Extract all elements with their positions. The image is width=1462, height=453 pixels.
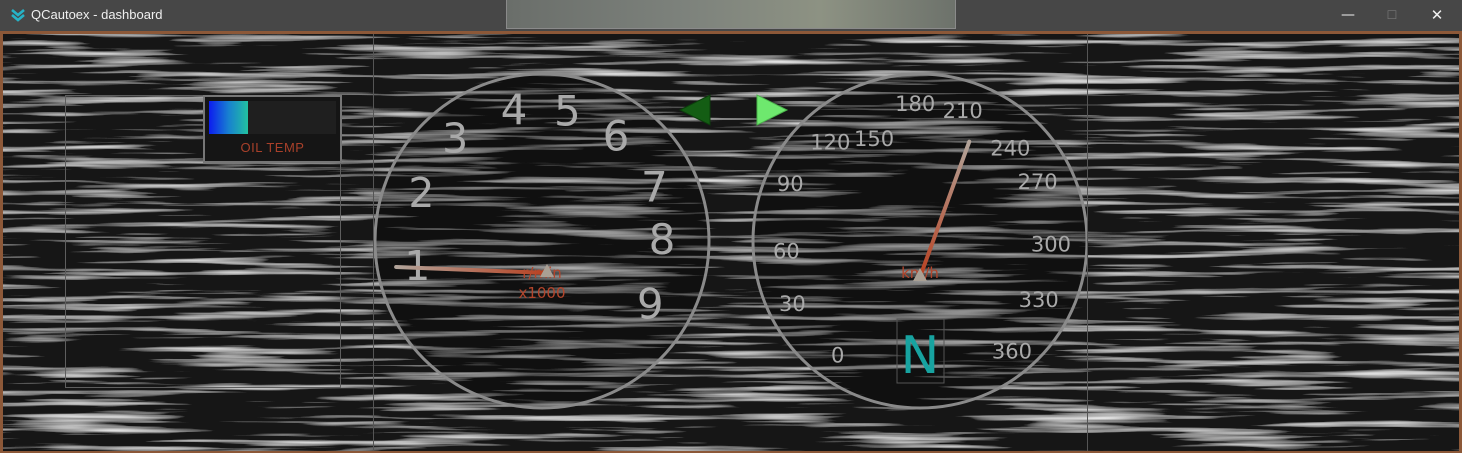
speedometer-label-60: 60	[773, 239, 800, 263]
speedometer: 0306090120150180210240270300330360 km/h …	[751, 72, 1087, 410]
speedometer-label-150: 150	[854, 127, 894, 151]
tachometer-label-8: 8	[649, 215, 676, 264]
minimize-button[interactable]: —	[1325, 0, 1371, 31]
title-bar: QCautoex - dashboard — ☐ ✕	[0, 0, 1462, 31]
tachometer-label-3: 3	[442, 114, 468, 162]
speedometer-label-210: 210	[943, 99, 983, 123]
app-logo-icon	[11, 9, 25, 22]
speedometer-label-330: 330	[1019, 288, 1059, 312]
tachometer-label-9: 9	[637, 280, 664, 329]
speedometer-label-90: 90	[777, 172, 804, 196]
oil-temp-bar	[209, 101, 336, 134]
oil-panel: OIL TEMP	[65, 95, 342, 388]
tachometer-label-5: 5	[554, 87, 581, 136]
oil-temp-gauge: OIL TEMP	[203, 95, 342, 163]
camera-preview-strip	[506, 0, 956, 29]
tachometer-label-7: 7	[641, 162, 668, 211]
speedometer-label-360: 360	[992, 340, 1032, 364]
speedometer-label-180: 180	[895, 92, 935, 116]
speedometer-label-30: 30	[779, 292, 806, 316]
speedometer-label-120: 120	[810, 130, 850, 154]
maximize-button[interactable]: ☐	[1369, 0, 1415, 31]
tachometer-label-2: 2	[408, 169, 434, 217]
tachometer-label-6: 6	[603, 111, 630, 160]
oil-temp-label: OIL TEMP	[240, 140, 305, 155]
close-button[interactable]: ✕	[1414, 0, 1460, 31]
speedometer-label-300: 300	[1031, 232, 1071, 256]
oil-temp-level	[209, 101, 249, 134]
right-turn-arrow-icon	[756, 94, 789, 126]
speedometer-label-0: 0	[831, 343, 844, 367]
speedometer-label-270: 270	[1018, 170, 1058, 194]
gear-indicator: N	[901, 326, 940, 386]
tachometer: 123456789 r/min x1000	[374, 72, 711, 410]
gauge-panel: 123456789 r/min x1000 030609012015018021…	[373, 34, 1088, 451]
dashboard-frame: OIL TEMP 123456789 r/min x1000 030609012…	[0, 31, 1462, 453]
left-turn-arrow-icon	[678, 94, 711, 126]
window-title: QCautoex - dashboard	[31, 7, 163, 22]
rpm-multiplier-label: x1000	[518, 284, 565, 302]
tachometer-label-4: 4	[501, 85, 528, 134]
gauge-cluster: 123456789 r/min x1000 030609012015018021…	[374, 72, 1087, 410]
speedometer-label-240: 240	[990, 136, 1030, 160]
